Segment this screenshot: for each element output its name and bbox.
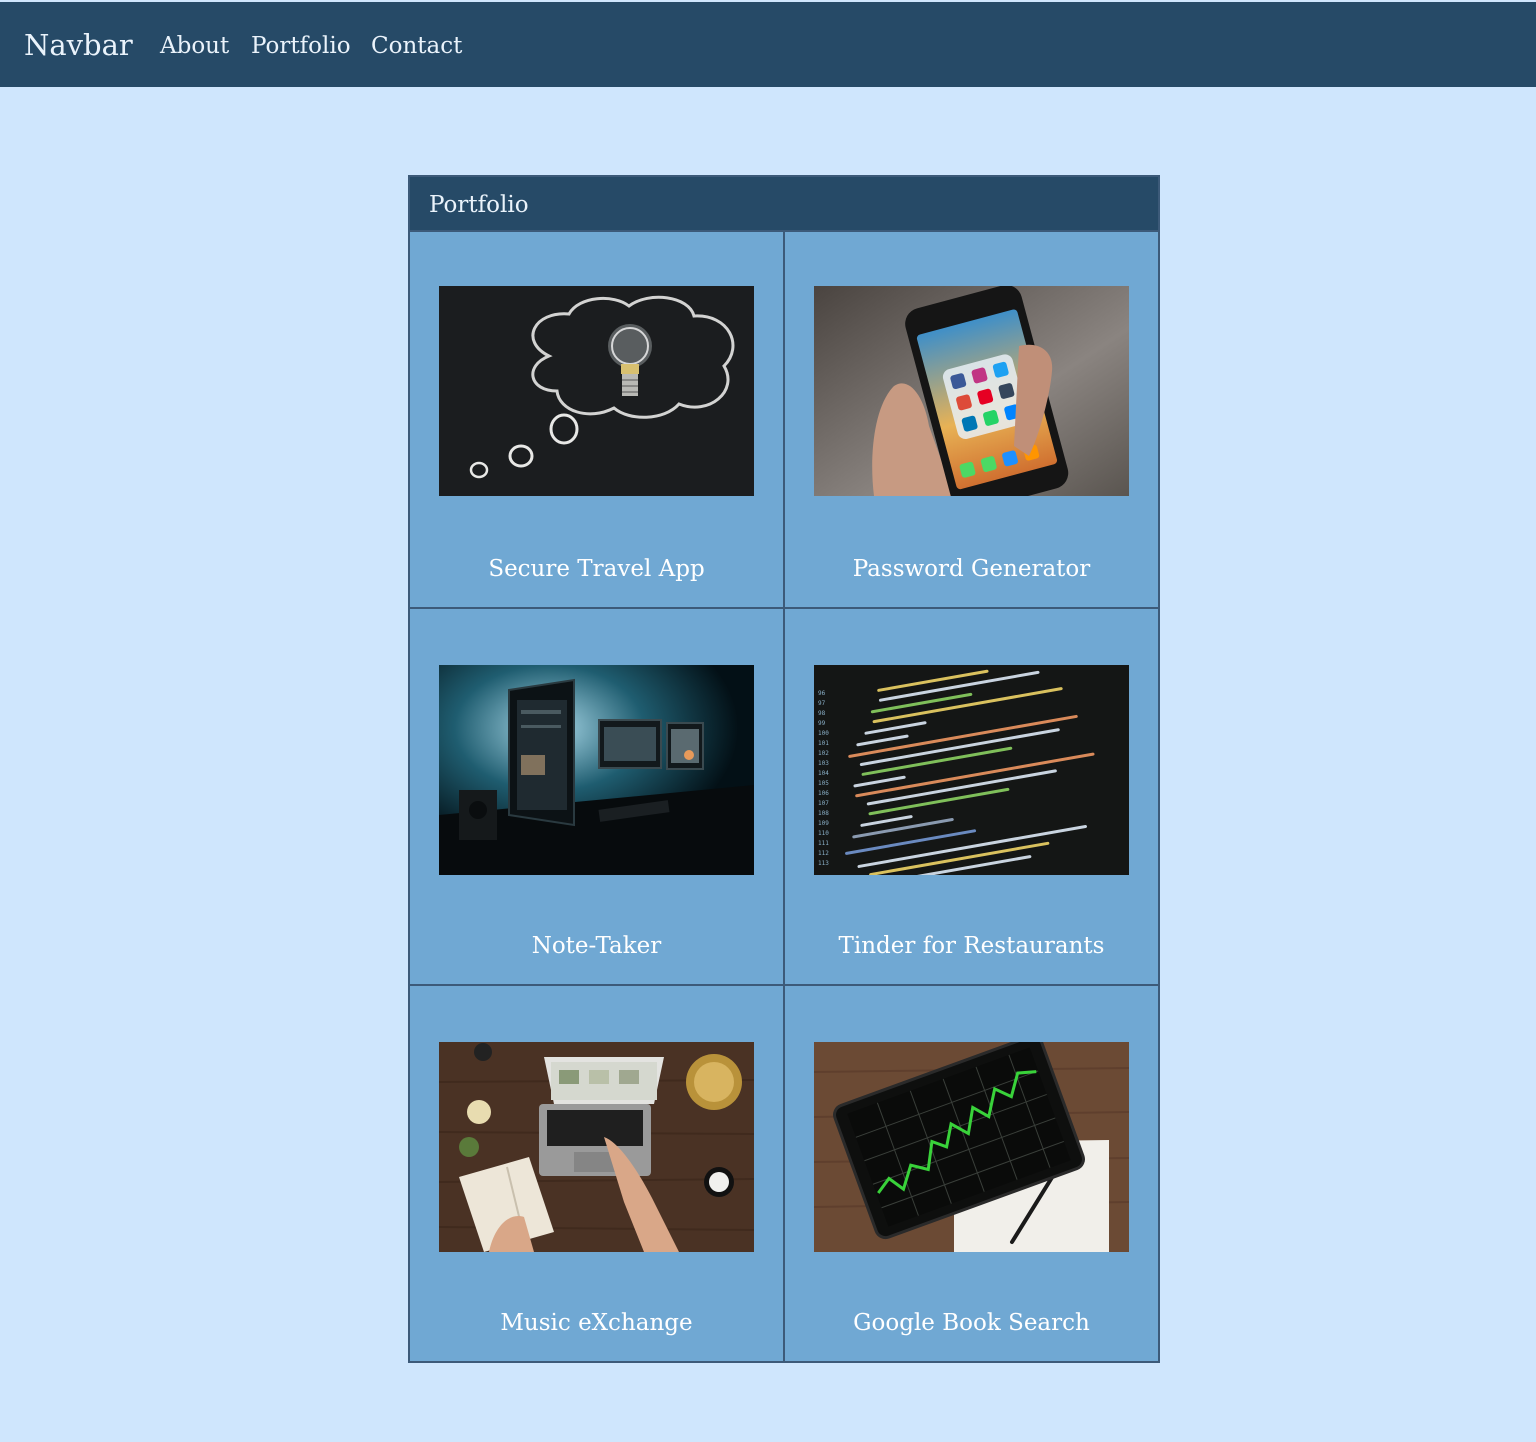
project-card-google-book-search[interactable]: Google Book Search: [783, 984, 1158, 1361]
project-card-note-taker[interactable]: Note-Taker: [410, 607, 785, 984]
project-title[interactable]: Google Book Search: [785, 1308, 1158, 1338]
laptop-desk-image[interactable]: [439, 1042, 754, 1252]
svg-text:101: 101: [818, 740, 829, 747]
code-screen-photo: 96 97 98 99 100 101 102 103 104 105 106 107 108 1…: [814, 665, 1129, 875]
nav-link-about[interactable]: About: [160, 30, 229, 62]
svg-text:113: 113: [818, 860, 829, 867]
phone-social-apps-photo: [814, 286, 1129, 496]
nav-link-portfolio[interactable]: Portfolio: [251, 30, 351, 62]
project-title[interactable]: Note-Taker: [410, 931, 783, 961]
svg-text:104: 104: [818, 770, 829, 777]
svg-text:109: 109: [818, 820, 829, 827]
svg-text:102: 102: [818, 750, 829, 757]
svg-text:97: 97: [818, 700, 826, 707]
svg-text:107: 107: [818, 800, 829, 807]
project-card-password-generator[interactable]: Password Generator: [783, 232, 1158, 609]
lightbulb-chalkboard-photo: [439, 286, 754, 496]
portfolio-title: Portfolio: [429, 192, 529, 218]
desk-monitors-photo: [439, 665, 754, 875]
desk-monitors-image[interactable]: [439, 665, 754, 875]
svg-text:108: 108: [818, 810, 829, 817]
tablet-chart-photo: [814, 1042, 1129, 1252]
svg-text:105: 105: [818, 780, 829, 787]
svg-text:99: 99: [818, 720, 826, 727]
project-title[interactable]: Secure Travel App: [410, 554, 783, 584]
project-title[interactable]: Music eXchange: [410, 1308, 783, 1338]
project-title[interactable]: Password Generator: [785, 554, 1158, 584]
svg-text:100: 100: [818, 730, 829, 737]
svg-text:112: 112: [818, 850, 829, 857]
svg-text:98: 98: [818, 710, 826, 717]
code-screen-image[interactable]: 96 97 98 99 100 101 102 103 104 105 106 107 108 1…: [814, 665, 1129, 875]
nav-link-contact[interactable]: Contact: [371, 30, 462, 62]
tablet-chart-image[interactable]: [814, 1042, 1129, 1252]
svg-text:111: 111: [818, 840, 829, 847]
portfolio-header: Portfolio: [410, 177, 1158, 232]
phone-social-apps-image[interactable]: [814, 286, 1129, 496]
svg-text:106: 106: [818, 790, 829, 797]
project-card-music-exchange[interactable]: Music eXchange: [410, 984, 785, 1361]
svg-text:103: 103: [818, 760, 829, 767]
navbar-brand[interactable]: Navbar: [24, 26, 133, 64]
navbar: Navbar About Portfolio Contact: [0, 2, 1536, 87]
svg-text:110: 110: [818, 830, 829, 837]
laptop-desk-photo: [439, 1042, 754, 1252]
project-card-tinder-for-restaurants[interactable]: 96 97 98 99 100 101 102 103 104 105 106 107 108 1…: [783, 607, 1158, 984]
lightbulb-chalkboard-image[interactable]: [439, 286, 754, 496]
project-card-secure-travel-app[interactable]: Secure Travel App: [410, 232, 785, 609]
svg-text:96: 96: [818, 690, 826, 697]
project-title[interactable]: Tinder for Restaurants: [785, 931, 1158, 961]
portfolio-panel: Portfolio Secure Travel App Password Gen…: [408, 175, 1160, 1363]
